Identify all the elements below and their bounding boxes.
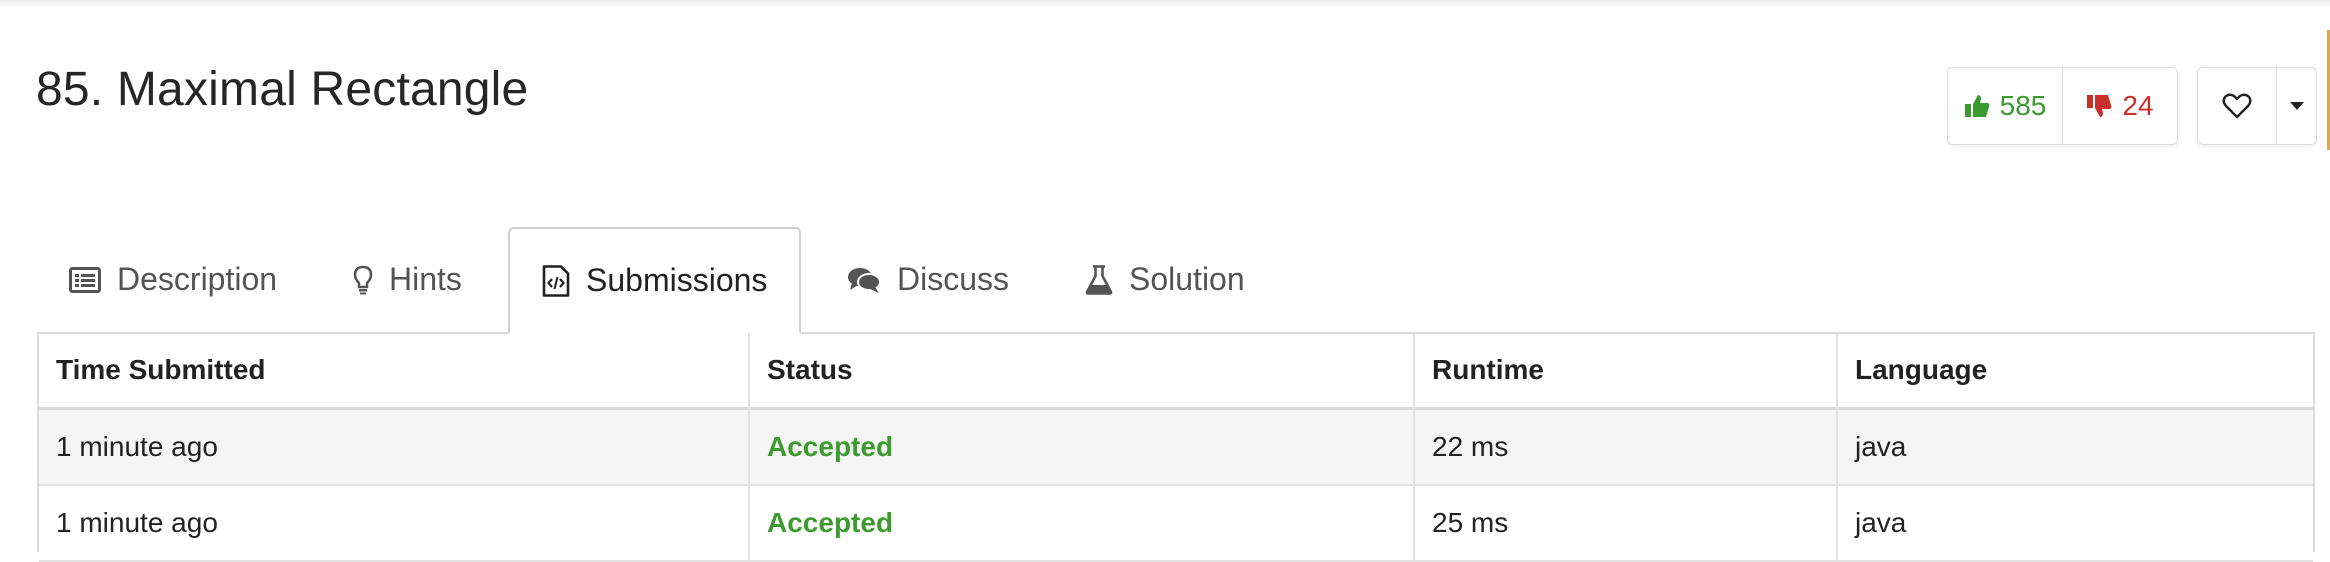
tab-solution[interactable]: Solution: [1085, 227, 1245, 332]
vote-group: 585 24: [1947, 67, 2178, 145]
language-cell: java: [1836, 410, 2313, 484]
status-cell: Accepted: [748, 486, 1413, 560]
code-file-icon: [542, 264, 570, 297]
column-header-language: Language: [1836, 333, 2313, 407]
top-shadow: [0, 0, 2330, 8]
favorite-button[interactable]: [2198, 68, 2276, 144]
status-link[interactable]: Accepted: [767, 507, 893, 539]
tab-label: Solution: [1129, 261, 1245, 297]
tab-label: Submissions: [586, 262, 768, 298]
tab-description[interactable]: Description: [69, 227, 277, 332]
tab-label: Discuss: [897, 261, 1010, 297]
status-link[interactable]: Accepted: [767, 431, 893, 463]
flask-icon: [1085, 264, 1113, 295]
lightbulb-icon: [353, 265, 373, 294]
tab-submissions[interactable]: Submissions: [508, 227, 802, 334]
favorite-dropdown-button[interactable]: [2276, 68, 2316, 144]
time-submitted-cell: 1 minute ago: [56, 507, 218, 538]
table-row: 1 minute ago Accepted 25 ms java: [39, 486, 2313, 562]
like-button[interactable]: 585: [1948, 68, 2062, 144]
list-icon: [69, 266, 101, 293]
tab-label: Description: [117, 261, 278, 297]
caret-down-icon: [2289, 102, 2304, 110]
thumbs-up-icon: [1964, 95, 1989, 117]
table-row: 1 minute ago Accepted 22 ms java: [39, 410, 2313, 486]
column-header-runtime: Runtime: [1413, 333, 1836, 407]
column-header-status: Status: [748, 333, 1413, 407]
time-submitted-cell: 1 minute ago: [56, 431, 218, 462]
page-title: 85. Maximal Rectangle: [36, 63, 529, 116]
status-cell: Accepted: [748, 410, 1413, 484]
runtime-cell: 22 ms: [1413, 410, 1836, 484]
dislike-button[interactable]: 24: [2062, 68, 2177, 144]
thumbs-down-icon: [2087, 95, 2112, 117]
favorite-group: [2197, 67, 2317, 145]
tab-discuss[interactable]: Discuss: [847, 227, 1009, 332]
comments-icon: [848, 267, 881, 293]
column-header-time: Time Submitted: [56, 354, 266, 385]
submissions-table: Time Submitted Status Runtime Language 1…: [37, 333, 2315, 562]
heart-icon: [2222, 93, 2252, 119]
dislike-count: 24: [2122, 90, 2154, 121]
problem-tabs: Description Hints Submissions Discuss So…: [37, 227, 2315, 334]
tab-hints[interactable]: Hints: [353, 227, 462, 332]
tab-label: Hints: [389, 261, 462, 297]
like-count: 585: [1999, 90, 2047, 121]
runtime-cell: 25 ms: [1413, 486, 1836, 560]
language-cell: java: [1836, 486, 2313, 560]
table-header-row: Time Submitted Status Runtime Language: [39, 333, 2313, 410]
